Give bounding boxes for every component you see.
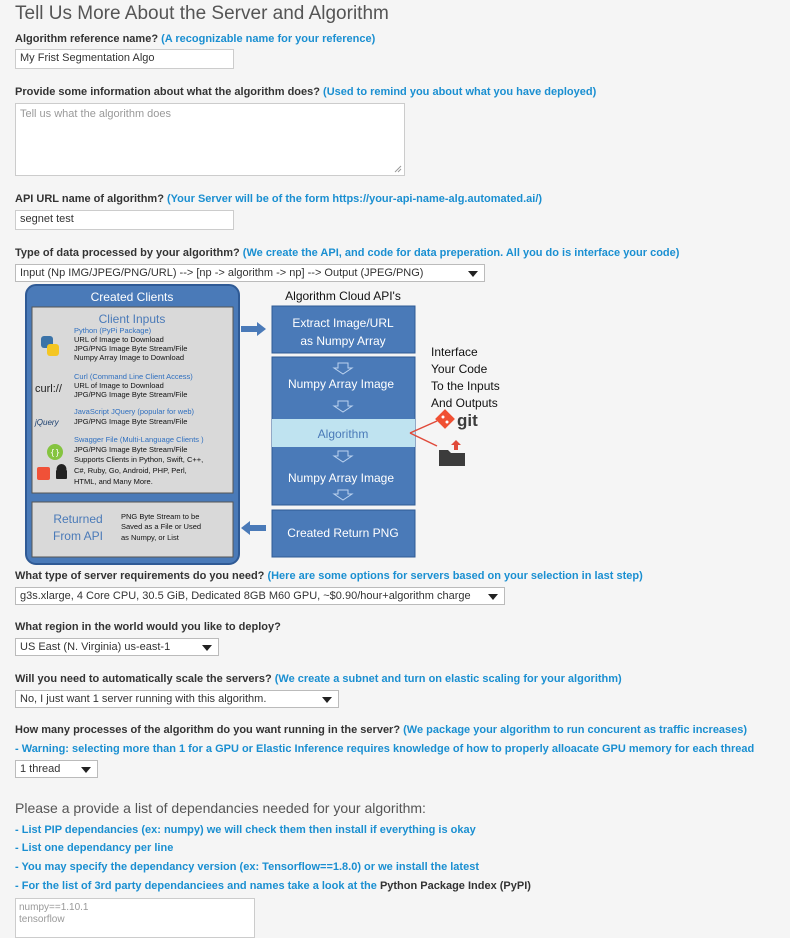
folder-upload-icon: [439, 440, 465, 466]
client-inputs-title: Client Inputs: [99, 312, 166, 326]
page-title: Tell Us More About the Server and Algori…: [15, 3, 389, 24]
data-type-select[interactable]: Input (Np IMG/JPEG/PNG/URL) --> [np -> a…: [15, 264, 485, 282]
returned-desc-3: as Numpy, or List: [121, 533, 180, 542]
swift-icon: [37, 467, 50, 480]
returned-line-1: Returned: [53, 512, 102, 526]
ref-name-label: Algorithm reference name? (A recognizabl…: [15, 33, 375, 45]
scale-selected: No, I just want 1 server running with th…: [20, 693, 267, 705]
data-type-selected: Input (Np IMG/JPEG/PNG/URL) --> [np -> a…: [20, 267, 424, 279]
interface-line-2: Your Code: [431, 362, 488, 376]
svg-text:{}: {}: [50, 448, 60, 457]
server-label-text: What type of server requirements do you …: [15, 570, 265, 582]
python-title: Python (PyPi Package): [74, 326, 152, 335]
data-type-hint: (We create the API, and code for data pr…: [242, 247, 680, 259]
api-url-input[interactable]: segnet test: [15, 210, 234, 230]
python-line-2: JPG/PNG Image Byte Stream/File: [74, 344, 187, 353]
created-clients-title: Created Clients: [91, 290, 174, 304]
git-logo-text: git: [457, 411, 478, 430]
deps-item-4-text: - For the list of 3rd party dependanciee…: [15, 880, 377, 892]
processes-selected: 1 thread: [20, 763, 61, 775]
scale-label: Will you need to automatically scale the…: [15, 673, 622, 685]
jquery-title: JavaScript JQuery (popular for web): [74, 407, 195, 416]
chevron-down-icon: [81, 767, 91, 773]
info-label: Provide some information about what the …: [15, 86, 596, 98]
server-label: What type of server requirements do you …: [15, 570, 643, 582]
scale-select[interactable]: No, I just want 1 server running with th…: [15, 690, 339, 708]
git-icon: [435, 409, 455, 429]
python-line-3: Numpy Array Image to Download: [74, 353, 184, 362]
scale-hint: (We create a subnet and turn on elastic …: [274, 673, 622, 685]
extract-line-2: as Numpy Array: [300, 334, 385, 348]
interface-line-3: To the Inputs: [431, 379, 500, 393]
server-selected: g3s.xlarge, 4 Core CPU, 30.5 GiB, Dedica…: [20, 590, 471, 602]
info-label-text: Provide some information about what the …: [15, 86, 320, 98]
deps-placeholder-2: tensorflow: [19, 914, 65, 925]
deps-item-1: - List PIP dependancies (ex: numpy) we w…: [15, 824, 476, 836]
processes-select[interactable]: 1 thread: [15, 760, 98, 778]
deps-placeholder-1: numpy==1.10.1: [19, 902, 89, 913]
deps-title: Please a provide a list of dependancies …: [15, 800, 426, 816]
processes-label: How many processes of the algorithm do y…: [15, 724, 747, 736]
deps-item-2: - List one dependancy per line: [15, 842, 174, 854]
swagger-title: Swagger File (Multi-Language Clients ): [74, 435, 204, 444]
numpy-out-text: Numpy Array Image: [288, 471, 394, 485]
python-line-1: URL of Image to Download: [74, 335, 164, 344]
data-type-label: Type of data processed by your algorithm…: [15, 247, 679, 259]
numpy-in-text: Numpy Array Image: [288, 377, 394, 391]
return-png-text: Created Return PNG: [287, 526, 398, 540]
interface-line-4: And Outputs: [431, 396, 498, 410]
data-type-label-text: Type of data processed by your algorithm…: [15, 247, 240, 259]
swagger-line-1: JPG/PNG Image Byte Stream/File: [74, 445, 187, 454]
resize-grip-icon[interactable]: [394, 165, 402, 173]
algorithm-text: Algorithm: [318, 427, 369, 441]
cloud-title: Algorithm Cloud API's: [285, 289, 401, 303]
processes-warning: - Warning: selecting more than 1 for a G…: [15, 743, 755, 755]
chevron-down-icon: [322, 697, 332, 703]
chevron-down-icon: [468, 271, 478, 277]
info-hint: (Used to remind you about what you have …: [323, 86, 597, 98]
returned-line-2: From API: [53, 529, 103, 543]
processes-label-text: How many processes of the algorithm do y…: [15, 724, 401, 736]
info-textarea[interactable]: Tell us what the algorithm does: [15, 103, 405, 176]
swagger-line-4: HTML, and Many More.: [74, 477, 153, 486]
ref-name-hint: (A recognizable name for your reference): [161, 33, 376, 45]
arrow-left-icon: [241, 521, 266, 535]
processes-hint: (We package your algorithm to run concur…: [403, 724, 748, 736]
curl-line-2: JPG/PNG Image Byte Stream/File: [74, 390, 187, 399]
api-url-hint: (Your Server will be of the form https:/…: [166, 193, 543, 205]
info-placeholder: Tell us what the algorithm does: [20, 108, 172, 120]
architecture-diagram: Created Clients Client Inputs Python (Py…: [25, 284, 500, 565]
ref-name-label-text: Algorithm reference name?: [15, 33, 159, 45]
server-select[interactable]: g3s.xlarge, 4 Core CPU, 30.5 GiB, Dedica…: [15, 587, 505, 605]
returned-desc-2: Saved as a File or Used: [121, 522, 201, 531]
deps-textarea[interactable]: numpy==1.10.1 tensorflow: [15, 898, 255, 938]
swagger-line-3: C#, Ruby, Go, Android, PHP, Perl,: [74, 466, 187, 475]
ref-name-input[interactable]: My Frist Segmentation Algo: [15, 49, 234, 69]
jquery-logo: jQuery: [34, 418, 60, 427]
deps-item-4: - For the list of 3rd party dependanciee…: [15, 880, 531, 892]
returned-desc-1: PNG Byte Stream to be: [121, 512, 199, 521]
scale-label-text: Will you need to automatically scale the…: [15, 673, 272, 685]
region-label-text: What region in the world would you like …: [15, 621, 281, 633]
server-hint: (Here are some options for servers based…: [267, 570, 643, 582]
android-icon: [56, 464, 67, 479]
region-selected: US East (N. Virginia) us-east-1: [20, 641, 171, 653]
region-select[interactable]: US East (N. Virginia) us-east-1: [15, 638, 219, 656]
extract-line-1: Extract Image/URL: [292, 316, 394, 330]
swagger-line-2: Supports Clients in Python, Swift, C++,: [74, 455, 203, 464]
api-url-label: API URL name of algorithm? (Your Server …: [15, 193, 542, 205]
region-label: What region in the world would you like …: [15, 621, 281, 633]
deps-item-3: - You may specify the dependancy version…: [15, 861, 479, 873]
chevron-down-icon: [202, 645, 212, 651]
curl-logo: curl://: [35, 383, 63, 395]
pypi-link[interactable]: Python Package Index (PyPI): [380, 880, 531, 892]
curl-title: Curl (Command Line Client Access): [74, 372, 193, 381]
chevron-down-icon: [488, 594, 498, 600]
interface-line-1: Interface: [431, 345, 478, 359]
jquery-line-1: JPG/PNG Image Byte Stream/File: [74, 417, 187, 426]
api-url-label-text: API URL name of algorithm?: [15, 193, 164, 205]
curl-line-1: URL of Image to Download: [74, 381, 164, 390]
arrow-right-icon: [241, 322, 266, 336]
